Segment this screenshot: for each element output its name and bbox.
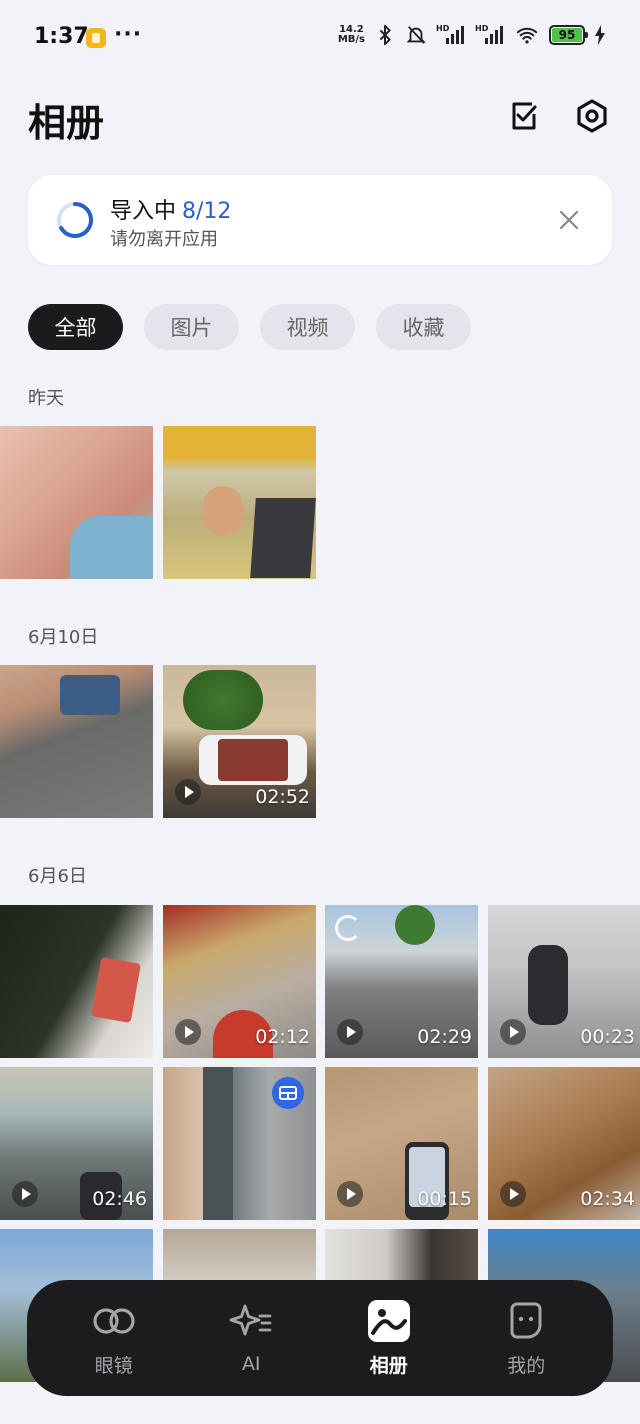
import-subtitle: 请勿离开应用 bbox=[110, 229, 218, 250]
nav-item-glasses[interactable]: 眼镜 bbox=[59, 1288, 169, 1388]
bluetooth-icon bbox=[379, 24, 391, 46]
more-notifications-icon: ··· bbox=[114, 22, 143, 47]
media-thumbnail[interactable]: 02:52 bbox=[163, 665, 316, 818]
hd-label-2: HD bbox=[475, 24, 489, 33]
section-date-jun10: 6月10日 bbox=[28, 627, 99, 648]
tab-photos[interactable]: 图片 bbox=[144, 304, 239, 350]
status-bar: 1:37 ··· 14.2 MB/s HD HD 95 bbox=[0, 0, 640, 76]
video-duration: 02:29 bbox=[417, 1026, 472, 1048]
panorama-badge-icon bbox=[272, 1077, 304, 1109]
hd-label: HD bbox=[436, 24, 450, 33]
signal-strength-2-icon: HD bbox=[475, 24, 505, 46]
play-icon bbox=[175, 1019, 201, 1045]
charging-icon bbox=[595, 25, 605, 45]
tab-favorites[interactable]: 收藏 bbox=[376, 304, 471, 350]
media-thumbnail[interactable]: 02:12 bbox=[163, 905, 316, 1058]
media-thumbnail[interactable] bbox=[163, 1067, 316, 1220]
status-time: 1:37 bbox=[34, 24, 89, 49]
signal-strength-icon: HD bbox=[436, 24, 466, 46]
nav-label-album: 相册 bbox=[369, 1354, 408, 1377]
select-mode-button[interactable] bbox=[504, 96, 544, 136]
nav-item-album[interactable]: 相册 bbox=[334, 1288, 444, 1388]
import-status-text: 导入中 bbox=[110, 199, 177, 224]
network-speed-unit: MB/s bbox=[337, 34, 365, 45]
bottom-navigation: 眼镜 AI 相册 我的 bbox=[27, 1280, 613, 1396]
section-date-jun6: 6月6日 bbox=[28, 866, 87, 887]
play-icon bbox=[337, 1019, 363, 1045]
profile-icon bbox=[504, 1299, 548, 1343]
play-icon bbox=[12, 1181, 38, 1207]
media-thumbnail[interactable] bbox=[0, 905, 153, 1058]
section-date-yesterday: 昨天 bbox=[28, 388, 64, 409]
album-icon bbox=[367, 1299, 411, 1343]
nav-item-profile[interactable]: 我的 bbox=[471, 1288, 581, 1388]
video-duration: 02:12 bbox=[255, 1026, 310, 1048]
tab-all[interactable]: 全部 bbox=[28, 304, 123, 350]
video-duration: 02:52 bbox=[255, 786, 310, 808]
media-thumbnail[interactable]: 00:15 bbox=[325, 1067, 478, 1220]
media-thumbnail[interactable]: 00:23 bbox=[488, 905, 640, 1058]
tab-videos[interactable]: 视频 bbox=[260, 304, 355, 350]
media-thumbnail[interactable]: 02:29 bbox=[325, 905, 478, 1058]
media-thumbnail[interactable] bbox=[0, 426, 153, 579]
import-count: 8/12 bbox=[182, 199, 232, 224]
close-icon[interactable] bbox=[554, 205, 584, 235]
sparkle-icon bbox=[229, 1301, 273, 1345]
battery-level: 95 bbox=[552, 28, 582, 42]
checkbox-icon bbox=[512, 102, 537, 130]
nav-label-profile: 我的 bbox=[507, 1354, 546, 1377]
media-thumbnail[interactable]: 02:46 bbox=[0, 1067, 153, 1220]
nav-item-ai[interactable]: AI bbox=[196, 1288, 306, 1388]
filter-tabs: 全部 图片 视频 收藏 bbox=[28, 304, 471, 350]
import-title: 导入中 8/12 bbox=[110, 193, 231, 225]
video-duration: 02:46 bbox=[92, 1188, 147, 1210]
video-duration: 00:23 bbox=[580, 1026, 635, 1048]
page-title: 相册 bbox=[28, 101, 105, 145]
loading-spinner-icon bbox=[57, 202, 93, 238]
play-icon bbox=[500, 1181, 526, 1207]
media-thumbnail[interactable] bbox=[0, 665, 153, 818]
nav-label-glasses: 眼镜 bbox=[94, 1354, 133, 1377]
nav-label-ai: AI bbox=[241, 1353, 261, 1375]
settings-button[interactable] bbox=[572, 96, 612, 136]
media-thumbnail[interactable]: 02:34 bbox=[488, 1067, 640, 1220]
play-icon bbox=[337, 1181, 363, 1207]
video-duration: 02:34 bbox=[580, 1188, 635, 1210]
play-icon bbox=[500, 1019, 526, 1045]
battery-icon: 95 bbox=[549, 25, 588, 45]
network-speed: 14.2 MB/s bbox=[338, 25, 365, 45]
wifi-icon bbox=[516, 27, 538, 44]
import-progress-card: 导入中 8/12 请勿离开应用 bbox=[28, 175, 612, 265]
gear-icon bbox=[577, 99, 607, 133]
loading-ring-icon bbox=[335, 915, 361, 941]
glasses-icon bbox=[92, 1299, 136, 1343]
video-duration: 00:15 bbox=[417, 1188, 472, 1210]
silent-bell-icon bbox=[406, 26, 426, 44]
notes-app-icon bbox=[86, 28, 106, 48]
media-thumbnail[interactable] bbox=[163, 426, 316, 579]
play-icon bbox=[175, 779, 201, 805]
